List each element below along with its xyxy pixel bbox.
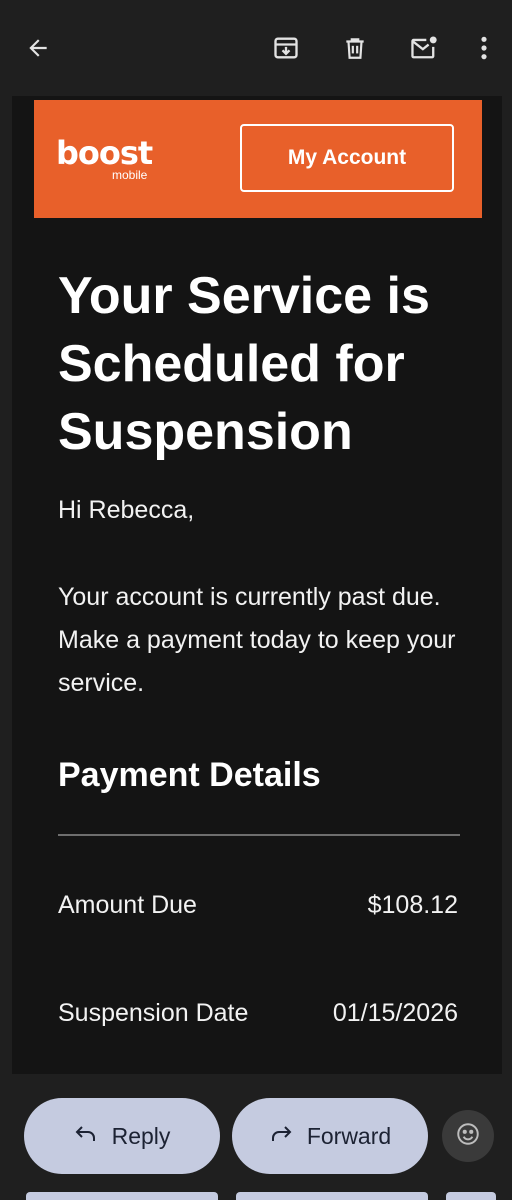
bottom-action-bar: Reply Forward xyxy=(0,1074,512,1200)
brand-header: boost mobile My Account xyxy=(34,100,482,218)
message-text: Your account is currently past due. Make… xyxy=(58,583,456,697)
email-headline: Your Service is Scheduled for Suspension xyxy=(58,267,430,461)
emoji-reaction-button[interactable] xyxy=(442,1110,494,1162)
my-account-button[interactable]: My Account xyxy=(240,124,454,192)
next-action-peek xyxy=(26,1192,218,1200)
next-action-peek xyxy=(236,1192,428,1200)
back-arrow-icon[interactable] xyxy=(20,30,56,66)
email-body: boost mobile My Account Your Service is … xyxy=(12,96,502,1074)
logo-word: boost xyxy=(56,134,153,172)
app-toolbar xyxy=(0,0,512,96)
greeting-text: Hi Rebecca, xyxy=(58,496,195,524)
reply-icon xyxy=(74,1123,98,1150)
suspension-date-label: Suspension Date xyxy=(58,999,249,1027)
amount-due-label: Amount Due xyxy=(58,891,197,919)
more-vert-icon[interactable] xyxy=(466,30,502,66)
email-card: boost mobile My Account Your Service is … xyxy=(34,100,482,1074)
forward-button[interactable]: Forward xyxy=(232,1098,428,1174)
boost-mobile-logo[interactable]: boost mobile xyxy=(56,134,166,184)
payment-details-title: Payment Details xyxy=(58,756,321,794)
trash-icon[interactable] xyxy=(337,30,373,66)
amount-due-value: $108.12 xyxy=(367,891,458,919)
emoji-smile-icon xyxy=(455,1121,481,1152)
archive-icon[interactable] xyxy=(268,30,304,66)
mail-unread-icon[interactable] xyxy=(406,30,442,66)
next-action-peek xyxy=(446,1192,496,1200)
suspension-date-value: 01/15/2026 xyxy=(332,999,458,1027)
forward-label: Forward xyxy=(306,1122,392,1149)
reply-button[interactable]: Reply xyxy=(24,1098,220,1174)
logo-sub: mobile xyxy=(112,168,148,182)
reply-label: Reply xyxy=(111,1122,171,1149)
section-divider xyxy=(58,834,460,836)
forward-icon xyxy=(269,1123,293,1150)
